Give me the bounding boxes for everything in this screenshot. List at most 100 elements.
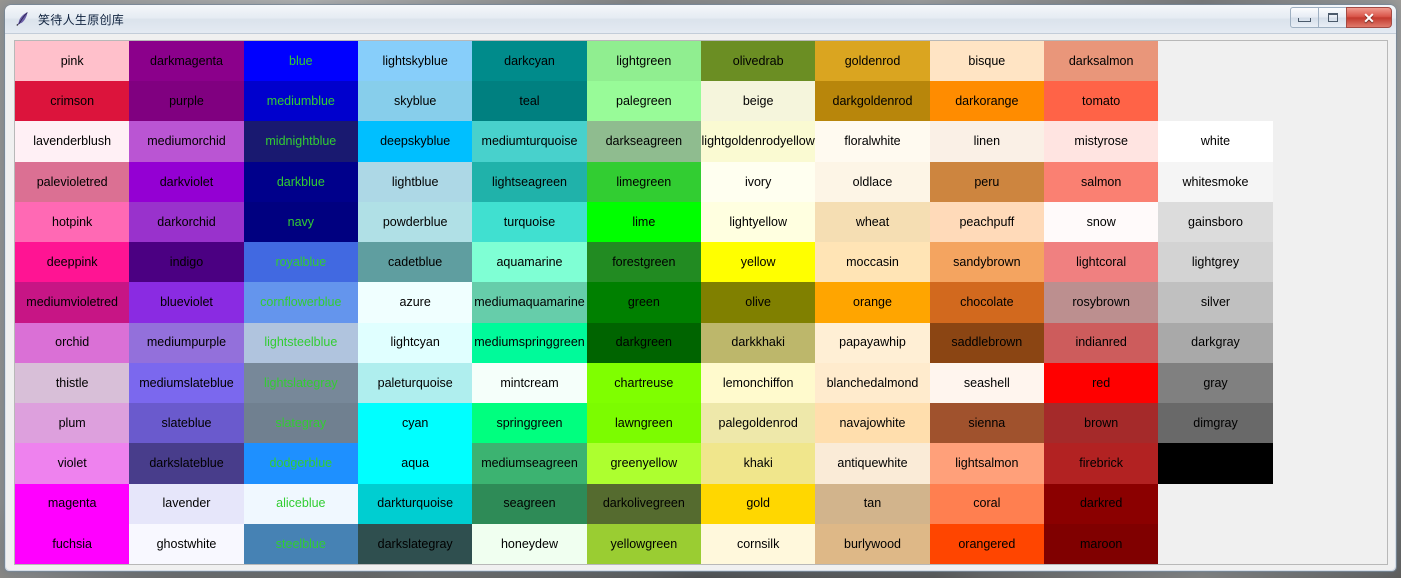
color-swatch-tomato[interactable]: tomato bbox=[1044, 81, 1159, 122]
color-swatch-darkblue[interactable]: darkblue bbox=[243, 161, 358, 202]
color-swatch-saddlebrown[interactable]: saddlebrown bbox=[929, 322, 1044, 363]
color-swatch-darkslategray[interactable]: darkslategray bbox=[358, 523, 473, 564]
color-swatch-darkviolet[interactable]: darkviolet bbox=[129, 161, 244, 202]
color-swatch-navy[interactable]: navy bbox=[243, 201, 358, 243]
color-swatch-lightsteelblue[interactable]: lightsteelblue bbox=[243, 322, 358, 363]
color-swatch-mistyrose[interactable]: mistyrose bbox=[1044, 121, 1159, 162]
color-swatch-lightyellow[interactable]: lightyellow bbox=[701, 201, 816, 243]
color-swatch-darkturquoise[interactable]: darkturquoise bbox=[358, 483, 473, 524]
color-swatch-darkgoldenrod[interactable]: darkgoldenrod bbox=[815, 81, 930, 122]
color-swatch-violet[interactable]: violet bbox=[15, 443, 130, 484]
color-swatch-steelblue[interactable]: steelblue bbox=[243, 523, 358, 564]
color-swatch-cyan[interactable]: cyan bbox=[358, 403, 473, 444]
color-swatch-white[interactable]: white bbox=[1158, 121, 1273, 162]
color-swatch-lightsalmon[interactable]: lightsalmon bbox=[929, 443, 1044, 484]
color-swatch-thistle[interactable]: thistle bbox=[15, 362, 130, 404]
color-swatch-darkgreen[interactable]: darkgreen bbox=[586, 322, 701, 363]
color-swatch-mediumspringgreen[interactable]: mediumspringgreen bbox=[472, 322, 587, 363]
color-swatch-orangered[interactable]: orangered bbox=[929, 523, 1044, 564]
color-swatch-lightgrey[interactable]: lightgrey bbox=[1158, 242, 1273, 283]
color-swatch-whitesmoke[interactable]: whitesmoke bbox=[1158, 161, 1273, 202]
color-swatch-gainsboro[interactable]: gainsboro bbox=[1158, 201, 1273, 243]
color-swatch-mediumaquamarine[interactable]: mediumaquamarine bbox=[472, 282, 587, 323]
color-swatch-cornflowerblue[interactable]: cornflowerblue bbox=[243, 282, 358, 323]
color-swatch-lavender[interactable]: lavender bbox=[129, 483, 244, 524]
color-swatch-sandybrown[interactable]: sandybrown bbox=[929, 242, 1044, 283]
color-swatch-limegreen[interactable]: limegreen bbox=[586, 161, 701, 202]
color-swatch-maroon[interactable]: maroon bbox=[1044, 523, 1159, 564]
color-swatch-darkorchid[interactable]: darkorchid bbox=[129, 201, 244, 243]
color-swatch-lightgreen[interactable]: lightgreen bbox=[586, 41, 701, 82]
color-swatch-salmon[interactable]: salmon bbox=[1044, 161, 1159, 202]
color-swatch-lightskyblue[interactable]: lightskyblue bbox=[358, 41, 473, 82]
color-swatch-rosybrown[interactable]: rosybrown bbox=[1044, 282, 1159, 323]
color-swatch-greenyellow[interactable]: greenyellow bbox=[586, 443, 701, 484]
color-swatch-pink[interactable]: pink bbox=[15, 41, 130, 82]
color-swatch-mediumturquoise[interactable]: mediumturquoise bbox=[472, 121, 587, 162]
color-swatch-royalblue[interactable]: royalblue bbox=[243, 242, 358, 283]
color-swatch-burlywood[interactable]: burlywood bbox=[815, 523, 930, 564]
color-swatch-honeydew[interactable]: honeydew bbox=[472, 523, 587, 564]
color-swatch-aliceblue[interactable]: aliceblue bbox=[243, 483, 358, 524]
color-swatch-beige[interactable]: beige bbox=[701, 81, 816, 122]
color-swatch-orange[interactable]: orange bbox=[815, 282, 930, 323]
color-swatch-peachpuff[interactable]: peachpuff bbox=[929, 201, 1044, 243]
color-swatch-deeppink[interactable]: deeppink bbox=[15, 242, 130, 283]
color-swatch-powderblue[interactable]: powderblue bbox=[358, 201, 473, 243]
maximize-button[interactable] bbox=[1318, 7, 1347, 28]
color-swatch-brown[interactable]: brown bbox=[1044, 403, 1159, 444]
color-swatch-mediumslateblue[interactable]: mediumslateblue bbox=[129, 362, 244, 404]
color-swatch-darkorange[interactable]: darkorange bbox=[929, 81, 1044, 122]
color-swatch-slateblue[interactable]: slateblue bbox=[129, 403, 244, 444]
color-swatch-olivedrab[interactable]: olivedrab bbox=[701, 41, 816, 82]
color-swatch-dodgerblue[interactable]: dodgerblue bbox=[243, 443, 358, 484]
color-swatch-moccasin[interactable]: moccasin bbox=[815, 242, 930, 283]
color-swatch-magenta[interactable]: magenta bbox=[15, 483, 130, 524]
color-swatch-aqua[interactable]: aqua bbox=[358, 443, 473, 484]
color-swatch-forestgreen[interactable]: forestgreen bbox=[586, 242, 701, 283]
color-swatch-firebrick[interactable]: firebrick bbox=[1044, 443, 1159, 484]
color-swatch-palegreen[interactable]: palegreen bbox=[586, 81, 701, 122]
color-swatch-goldenrod[interactable]: goldenrod bbox=[815, 41, 930, 82]
color-swatch-lavenderblush[interactable]: lavenderblush bbox=[15, 121, 130, 162]
color-swatch-darkseagreen[interactable]: darkseagreen bbox=[586, 121, 701, 162]
color-swatch-plum[interactable]: plum bbox=[15, 403, 130, 444]
color-swatch-mediumvioletred[interactable]: mediumvioletred bbox=[15, 282, 130, 323]
color-swatch-darkgray[interactable]: darkgray bbox=[1158, 322, 1273, 363]
color-swatch-indigo[interactable]: indigo bbox=[129, 242, 244, 283]
color-swatch-palevioletred[interactable]: palevioletred bbox=[15, 161, 130, 202]
color-swatch-chartreuse[interactable]: chartreuse bbox=[586, 362, 701, 404]
color-swatch-olive[interactable]: olive bbox=[701, 282, 816, 323]
color-swatch-snow[interactable]: snow bbox=[1044, 201, 1159, 243]
minimize-button[interactable] bbox=[1290, 7, 1319, 28]
color-swatch-azure[interactable]: azure bbox=[358, 282, 473, 323]
color-swatch-slategray[interactable]: slategray bbox=[243, 403, 358, 444]
color-swatch-yellowgreen[interactable]: yellowgreen bbox=[586, 523, 701, 564]
color-swatch-lightslategray[interactable]: lightslategray bbox=[243, 362, 358, 404]
color-swatch-darkred[interactable]: darkred bbox=[1044, 483, 1159, 524]
color-swatch-aquamarine[interactable]: aquamarine bbox=[472, 242, 587, 283]
color-swatch-blue[interactable]: blue bbox=[243, 41, 358, 82]
color-swatch-mediumblue[interactable]: mediumblue bbox=[243, 81, 358, 122]
color-swatch-bisque[interactable]: bisque bbox=[929, 41, 1044, 82]
title-bar[interactable]: 笑待人生原创库 ✕ bbox=[5, 5, 1396, 34]
color-swatch-teal[interactable]: teal bbox=[472, 81, 587, 122]
color-swatch-darkmagenta[interactable]: darkmagenta bbox=[129, 41, 244, 82]
color-swatch-purple[interactable]: purple bbox=[129, 81, 244, 122]
color-swatch-linen[interactable]: linen bbox=[929, 121, 1044, 162]
color-swatch-antiquewhite[interactable]: antiquewhite bbox=[815, 443, 930, 484]
color-swatch-blanchedalmond[interactable]: blanchedalmond bbox=[815, 362, 930, 404]
color-swatch-cadetblue[interactable]: cadetblue bbox=[358, 242, 473, 283]
color-swatch-dimgray[interactable]: dimgray bbox=[1158, 403, 1273, 444]
color-swatch-darkcyan[interactable]: darkcyan bbox=[472, 41, 587, 82]
color-swatch-palegoldenrod[interactable]: palegoldenrod bbox=[701, 403, 816, 444]
color-swatch-mintcream[interactable]: mintcream bbox=[472, 362, 587, 404]
color-swatch-springgreen[interactable]: springgreen bbox=[472, 403, 587, 444]
close-button[interactable]: ✕ bbox=[1346, 7, 1392, 28]
color-swatch-turquoise[interactable]: turquoise bbox=[472, 201, 587, 243]
color-swatch-orchid[interactable]: orchid bbox=[15, 322, 130, 363]
color-swatch-lightblue[interactable]: lightblue bbox=[358, 161, 473, 202]
color-swatch-tan[interactable]: tan bbox=[815, 483, 930, 524]
color-swatch-seashell[interactable]: seashell bbox=[929, 362, 1044, 404]
color-swatch-lightcoral[interactable]: lightcoral bbox=[1044, 242, 1159, 283]
